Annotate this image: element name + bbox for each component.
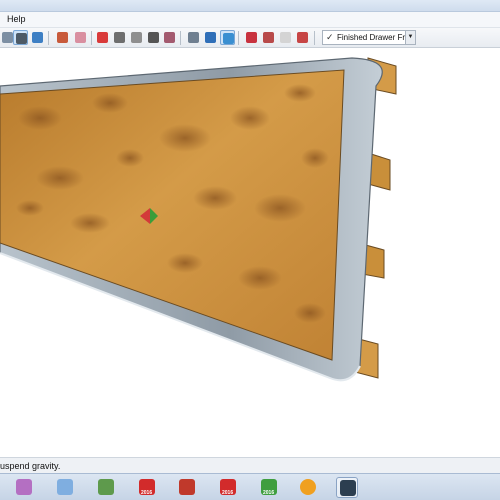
toolbar-separator <box>180 31 181 45</box>
taskbar-paint-icon[interactable] <box>13 477 35 498</box>
scene-label: Finished Drawer Fro <box>337 33 410 42</box>
taskbar-year-label: 2016 <box>222 490 234 496</box>
taskbar-edrawings-icon[interactable]: 2016 <box>258 477 280 498</box>
toolbar-separator <box>48 31 49 45</box>
scale-tool-icon[interactable] <box>220 30 235 45</box>
component-tool-icon[interactable] <box>30 30 45 45</box>
section-plane-icon[interactable] <box>295 30 310 45</box>
windows-taskbar: 2016 2016 2016 <box>0 473 500 500</box>
title-bar <box>0 0 500 12</box>
sketchup-window: Help ✓ Finished Drawer Fro ▼ uspend grav… <box>0 0 500 500</box>
walk-tool-icon[interactable] <box>261 30 276 45</box>
toolbar-separator <box>91 31 92 45</box>
select-tool-icon[interactable] <box>13 30 28 45</box>
scene-check-icon: ✓ <box>326 32 334 42</box>
toolbar: ✓ Finished Drawer Fro ▼ <box>0 28 500 48</box>
push-pull-icon[interactable] <box>162 30 177 45</box>
taskbar-year-label: 2016 <box>263 490 275 496</box>
status-bar: uspend gravity. <box>0 457 500 473</box>
taskbar-installer-icon[interactable] <box>95 477 117 498</box>
model-viewport[interactable] <box>0 48 500 457</box>
scene-selector[interactable]: ✓ Finished Drawer Fro ▼ <box>322 30 416 45</box>
rectangle-tool-icon[interactable] <box>112 30 127 45</box>
taskbar-settings-icon[interactable] <box>297 477 319 498</box>
status-message: uspend gravity. <box>0 461 61 471</box>
drawer-front-model <box>0 57 397 382</box>
move-tool-icon[interactable] <box>186 30 201 45</box>
taskbar-solidworks-icon[interactable]: 2016 <box>136 477 158 498</box>
taskbar-simulation-icon[interactable] <box>176 477 198 498</box>
menu-bar: Help <box>0 12 500 28</box>
camera-tool-icon[interactable] <box>244 30 259 45</box>
toolbar-separator <box>314 31 315 45</box>
paint-bucket-icon[interactable] <box>55 30 70 45</box>
eraser-icon[interactable] <box>73 30 88 45</box>
line-tool-icon[interactable] <box>95 30 110 45</box>
toolbar-separator <box>238 31 239 45</box>
taskbar-solidworks-2-icon[interactable]: 2016 <box>217 477 239 498</box>
taskbar-year-label: 2016 <box>141 490 153 496</box>
arc-tool-icon[interactable] <box>146 30 161 45</box>
taskbar-sketchup-icon[interactable] <box>336 477 358 498</box>
rotate-tool-icon[interactable] <box>203 30 218 45</box>
look-around-icon[interactable] <box>278 30 293 45</box>
menu-help[interactable]: Help <box>7 14 26 24</box>
circle-tool-icon[interactable] <box>129 30 144 45</box>
taskbar-files-icon[interactable] <box>54 477 76 498</box>
chevron-down-icon[interactable]: ▼ <box>405 31 415 44</box>
